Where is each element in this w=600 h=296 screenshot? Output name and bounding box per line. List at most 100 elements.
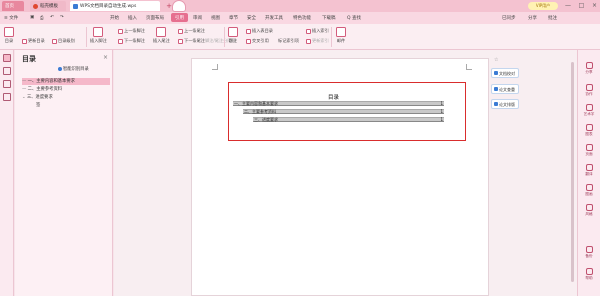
menu-view[interactable]: 视图 (211, 15, 220, 21)
insert-toc-table-button[interactable]: 插入表目录 (246, 28, 273, 34)
update-toc-button[interactable]: 更新目录 (22, 38, 45, 44)
mail-button[interactable]: 邮件 (336, 27, 346, 44)
print-icon[interactable]: ⎙ (40, 15, 44, 21)
nav-item-label: 三、进度要求 (26, 95, 53, 100)
insert-endnote-button[interactable]: 插入尾注 (153, 27, 170, 44)
prev-endnote-button[interactable]: 上一条尾注 (178, 28, 205, 34)
maximize-button[interactable]: □ (579, 2, 585, 10)
tab-document-label: WPS文档目录自动生成.wps (80, 4, 137, 9)
insert-index-label: 插入索引 (312, 28, 329, 33)
paper-format-button[interactable]: 论文排版 (491, 99, 519, 109)
close-button[interactable]: × (592, 2, 597, 10)
nav-item[interactable]: — 一、主要内容和基本要求 (22, 78, 110, 85)
mail-label: 邮件 (336, 38, 346, 43)
nav-item[interactable]: — 二、主要参考资料 (22, 86, 110, 93)
toc-entry[interactable]: 一、主要内容和基本要求 1 (233, 101, 444, 106)
sidebar-item-wordart[interactable]: 艺术字 (580, 104, 598, 117)
undo-icon[interactable]: ↶ (50, 15, 54, 20)
crossref-label: 交叉引用 (252, 38, 269, 43)
backup-icon (585, 246, 593, 253)
save-icon[interactable]: ▣ (30, 15, 34, 20)
menu-insert[interactable]: 插入 (128, 15, 137, 21)
nav-item[interactable]: ⌄ 三、进度要求 (22, 94, 110, 101)
chart-icon (585, 124, 593, 131)
caption-icon (228, 27, 238, 37)
caption-button[interactable]: 题注 (228, 27, 238, 44)
nav-item-label: 二、主要参考资料 (27, 87, 63, 92)
next-endnote-button[interactable]: 下一条尾注 (178, 38, 205, 44)
menu-devtools[interactable]: 开发工具 (265, 15, 283, 21)
redo-icon[interactable]: ↷ (60, 15, 64, 20)
refresh-icon (22, 38, 27, 44)
menu-security[interactable]: 安全 (247, 15, 256, 21)
nav-pane-icon[interactable] (3, 54, 11, 62)
menu-download[interactable]: 下载稿 (322, 15, 336, 21)
nav-item-label: 签 (36, 103, 41, 108)
ribbon-divider (331, 27, 332, 47)
chapter-icon[interactable] (3, 93, 11, 101)
sidebar-label: 翻译 (585, 172, 593, 176)
update-index-button[interactable]: 更新索引 (306, 38, 329, 44)
comment-button[interactable]: 批注 (548, 15, 557, 21)
mark-index-button[interactable]: 标记索引项 (278, 38, 299, 44)
share-button[interactable]: 分享 (528, 15, 537, 21)
sidebar-item-share[interactable]: 分享 (580, 62, 598, 75)
translate-icon (585, 164, 593, 171)
sidebar-item-backup[interactable]: 备份 (580, 246, 598, 259)
mail-icon (336, 27, 346, 37)
index-icon (306, 28, 311, 34)
proofread-label: 文档校对 (499, 70, 515, 76)
menu-review[interactable]: 审阅 (193, 15, 202, 21)
sidebar-item-page[interactable]: 页面 (580, 144, 598, 157)
insert-footnote-label: 插入脚注 (90, 38, 107, 43)
margin-mark (466, 64, 472, 70)
insert-toc-table-label: 插入表目录 (252, 28, 273, 33)
paper-format-label: 论文排版 (499, 101, 515, 107)
sync-status[interactable]: 已同步 (502, 15, 516, 21)
sidebar-item-collab[interactable]: 协作 (580, 84, 598, 97)
toc-entry[interactable]: 三、进度要求 1 (253, 117, 444, 122)
ribbon-divider (86, 27, 87, 47)
bookmark-icon[interactable] (3, 67, 11, 75)
sidebar-label: 图画 (585, 192, 593, 196)
sidebar-label: 艺术字 (583, 112, 595, 116)
sidebar-item-drawing[interactable]: 图画 (580, 184, 598, 197)
menu-file[interactable]: ≡ 文件 (4, 15, 18, 21)
tab-document[interactable]: WPS文档目录自动生成.wps (70, 1, 160, 11)
crossref-button[interactable]: 交叉引用 (246, 38, 269, 44)
scrollbar-thumb[interactable] (571, 62, 574, 282)
prev-footnote-button[interactable]: 上一条脚注 (118, 28, 145, 34)
footnote-icon (93, 27, 104, 37)
help-icon (585, 268, 593, 275)
menu-search[interactable]: Q 查找 (347, 15, 361, 21)
menu-layout[interactable]: 页面布局 (146, 15, 164, 21)
toc-level-button[interactable]: 目录级别 (52, 38, 75, 44)
insert-footnote-button[interactable]: 插入脚注 (90, 27, 107, 44)
search-icon[interactable] (3, 80, 11, 88)
next-footnote-label: 下一条脚注 (124, 38, 145, 43)
proofread-button[interactable]: 文档校对 (491, 68, 519, 78)
user-badge[interactable]: VIP用户 (528, 2, 558, 10)
toc-entry-text: 一、主要内容和基本要求 (234, 101, 278, 106)
nav-item[interactable]: 签 (36, 102, 106, 109)
toc-entry[interactable]: 二、主要参考资料 1 (243, 109, 444, 114)
tab-home[interactable]: 首页 (2, 1, 24, 11)
menu-references[interactable]: 引用 (171, 13, 188, 22)
toc-button[interactable]: 目录 (4, 27, 14, 44)
tab-docer[interactable]: 稻壳模板 (30, 1, 66, 11)
mascot-icon (172, 0, 186, 12)
plagiarism-check-button[interactable]: 论文查重 (491, 84, 519, 94)
minimize-button[interactable]: — (565, 2, 571, 10)
star-icon[interactable]: ☆ (494, 57, 498, 63)
sidebar-item-style[interactable]: 风格 (580, 204, 598, 217)
smart-toc-button[interactable]: 智能识别目录 (58, 66, 89, 72)
menu-features[interactable]: 特色功能 (293, 15, 311, 21)
next-footnote-button[interactable]: 下一条脚注 (118, 38, 145, 44)
close-icon[interactable]: × (103, 54, 108, 61)
menu-home[interactable]: 开始 (110, 15, 119, 21)
menu-chapter[interactable]: 章节 (229, 15, 238, 21)
insert-index-button[interactable]: 插入索引 (306, 28, 329, 34)
sidebar-item-chart[interactable]: 图表 (580, 124, 598, 137)
sidebar-item-translate[interactable]: 翻译 (580, 164, 598, 177)
sidebar-item-help[interactable]: 帮助 (580, 268, 598, 281)
